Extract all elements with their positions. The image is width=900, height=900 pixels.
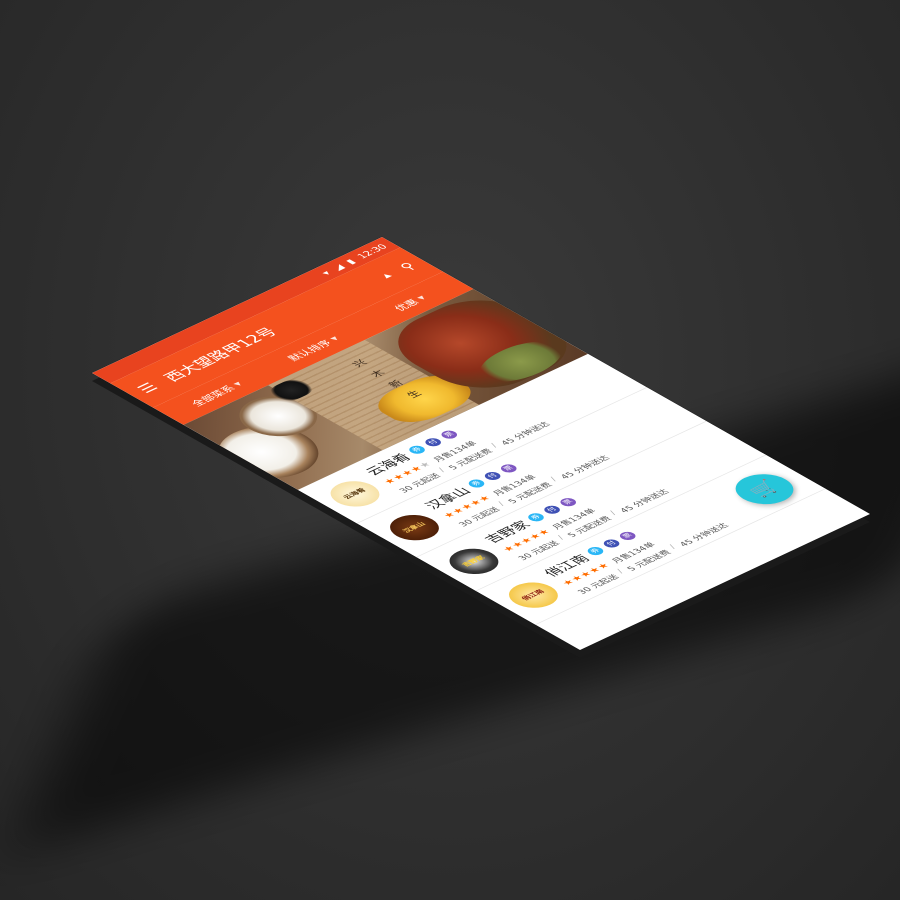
restaurant-logo: 俏江南 — [498, 577, 568, 613]
invoice-badge: 票 — [437, 428, 460, 441]
wifi-icon: ▾ — [318, 268, 334, 277]
restaurant-logo: 吉野家 — [439, 543, 509, 580]
signal-icon: ◢ — [329, 262, 347, 272]
chevron-down-icon: ▼ — [415, 294, 428, 301]
pay-badge: 付 — [421, 436, 444, 448]
chevron-down-icon: ▼ — [231, 380, 244, 387]
background: ▾ ◢ ▮ 12:30 ☰ 西大望路甲12号 ▲ ⚲ 全部菜系 ▼ 默认排序 ▼… — [0, 0, 900, 900]
tab-label: 优惠 — [391, 297, 422, 313]
invoice-badge: 票 — [616, 530, 639, 542]
coupon-badge: 券 — [405, 443, 428, 456]
pay-badge: 付 — [600, 537, 623, 549]
restaurant-logo: 汉拿山 — [379, 509, 449, 546]
chevron-down-icon: ▼ — [328, 335, 341, 342]
coupon-badge: 券 — [584, 545, 607, 557]
restaurant-logo: 云海肴 — [320, 475, 390, 512]
invoice-badge: 票 — [556, 496, 579, 508]
coupon-badge: 券 — [524, 511, 547, 523]
pay-badge: 付 — [540, 503, 563, 516]
pay-badge: 付 — [481, 470, 504, 482]
coupon-badge: 券 — [465, 477, 488, 489]
dropdown-icon[interactable]: ▲ — [380, 272, 393, 279]
invoice-badge: 票 — [497, 462, 520, 474]
menu-icon[interactable]: ☰ — [133, 380, 162, 395]
battery-icon: ▮ — [342, 257, 358, 266]
search-icon[interactable]: ⚲ — [395, 260, 419, 273]
cart-icon: 🛒 — [743, 478, 786, 500]
